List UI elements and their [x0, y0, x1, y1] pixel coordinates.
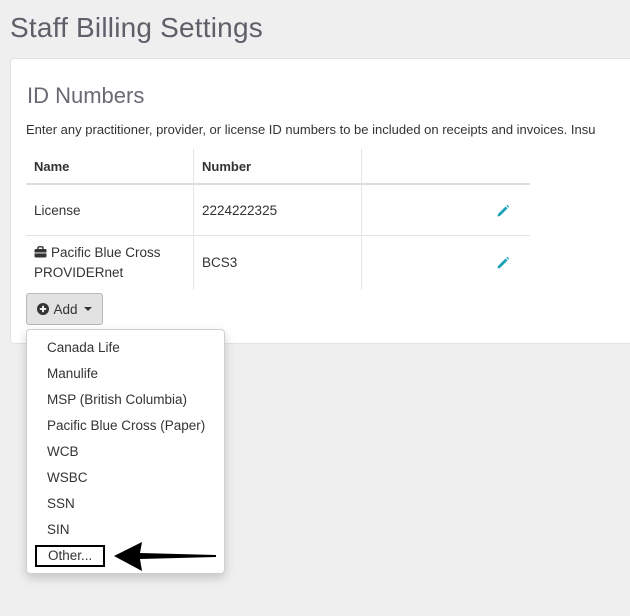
pencil-icon[interactable] [496, 204, 510, 218]
menu-item-pacific-blue-cross-paper[interactable]: Pacific Blue Cross (Paper) [27, 413, 224, 439]
table-row: License 2224222325 [26, 183, 530, 236]
column-header-actions [361, 149, 530, 185]
add-button[interactable]: Add [26, 293, 103, 325]
row-actions [361, 183, 530, 236]
caret-down-icon [83, 307, 92, 311]
menu-item-wsbc[interactable]: WSBC [27, 465, 224, 491]
add-button-label: Add [53, 301, 78, 317]
row-actions [361, 235, 530, 290]
row-name: License [26, 183, 194, 236]
row-number: 2224222325 [193, 183, 362, 236]
plus-circle-icon [37, 303, 50, 315]
row-number: BCS3 [193, 235, 362, 290]
section-description: Enter any practitioner, provider, or lic… [26, 122, 596, 137]
menu-item-manulife[interactable]: Manulife [27, 361, 224, 387]
table-header-row: Name Number [26, 149, 530, 185]
menu-item-ssn[interactable]: SSN [27, 491, 224, 517]
menu-item-wcb[interactable]: WCB [27, 439, 224, 465]
page-title: Staff Billing Settings [10, 12, 263, 43]
row-name: Pacific Blue Cross PROVIDERnet [26, 235, 194, 290]
menu-item-other-label: Other... [35, 545, 106, 567]
row-name-line2: PROVIDERnet [34, 265, 124, 280]
id-numbers-card: ID Numbers Enter any practitioner, provi… [10, 58, 630, 344]
column-header-name: Name [26, 149, 194, 185]
briefcase-icon [34, 246, 47, 258]
row-name-line1: Pacific Blue Cross [51, 245, 161, 260]
column-header-number: Number [193, 149, 362, 185]
annotation-arrow-icon [114, 542, 216, 571]
pencil-icon[interactable] [496, 256, 510, 270]
section-title: ID Numbers [27, 83, 145, 108]
menu-item-canada-life[interactable]: Canada Life [27, 335, 224, 361]
id-numbers-table: Name Number License 2224222325 Pacific B… [26, 149, 530, 290]
menu-item-msp[interactable]: MSP (British Columbia) [27, 387, 224, 413]
table-row: Pacific Blue Cross PROVIDERnet BCS3 [26, 235, 530, 290]
